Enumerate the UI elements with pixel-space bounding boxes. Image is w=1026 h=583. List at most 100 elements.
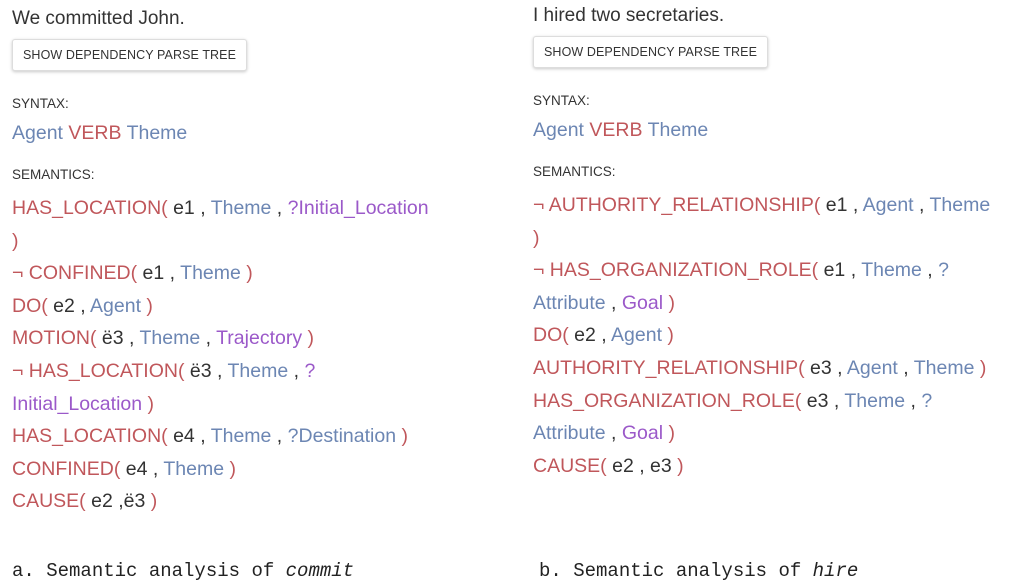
predicate-token: , (194, 197, 206, 219)
predicate-token: , (200, 327, 212, 350)
predicate-token: Trajectory (211, 327, 303, 350)
predicate-token: , (74, 294, 86, 317)
predicate-token: AUTHORITY_RELATIONSHIP( (533, 356, 805, 379)
predicate-token: , (633, 454, 645, 477)
predicate-token: , (905, 389, 916, 412)
syntax-agent: Agent (12, 122, 63, 144)
predicate-token: e1 (818, 259, 846, 282)
figure-caption-b: b. Semantic analysis of hire (539, 560, 858, 582)
predicate-token: ) (142, 392, 155, 415)
syntax-agent: Agent (533, 119, 584, 141)
predicate-token: , (897, 356, 909, 379)
predicate-token: , (112, 490, 124, 513)
predicate-token: DO( (12, 294, 48, 317)
semantic-predicate-line: ¬ HAS_ORGANIZATION_ROLE( e1 , Theme , ? (533, 254, 1023, 287)
predicate-token: ) (145, 490, 158, 513)
predicate-token: , (271, 197, 283, 219)
predicate-token: Theme (839, 389, 906, 412)
syntax-theme: Theme (126, 122, 188, 144)
predicate-token: e3 (804, 356, 832, 379)
predicate-token: , (123, 327, 135, 350)
predicate-token: , (828, 389, 840, 412)
semantics-list: HAS_LOCATION( e1 , Theme , ?Initial_Loca… (12, 192, 512, 518)
predicate-token: Initial_Location (12, 392, 143, 415)
predicate-token: ) (141, 294, 153, 317)
predicate-token: ¬ HAS_ORGANIZATION_ROLE( (533, 259, 819, 282)
predicate-token: , (147, 457, 159, 480)
caption-prefix: a. Semantic analysis of (12, 560, 286, 582)
predicate-token: , (211, 359, 223, 382)
caption-word: hire (812, 560, 859, 582)
predicate-token: Theme (158, 457, 225, 480)
predicate-token: , (194, 425, 206, 448)
semantic-predicate-line: AUTHORITY_RELATIONSHIP( e3 , Agent , The… (533, 352, 1023, 385)
predicate-token: ? (915, 389, 933, 412)
predicate-token: Agent (85, 294, 142, 317)
predicate-token: Goal (616, 291, 664, 314)
figure-caption-a: a. Semantic analysis of commit (12, 560, 354, 582)
predicate-token: ? (299, 359, 316, 382)
show-dependency-parse-tree-button[interactable]: SHOW DEPENDENCY PARSE TREE (533, 36, 769, 68)
predicate-token: Theme (175, 262, 241, 285)
semantic-predicate-line: CAUSE( e2 ,ë3 ) (12, 485, 512, 518)
predicate-token: e3 (644, 454, 672, 477)
show-dependency-parse-tree-button[interactable]: SHOW DEPENDENCY PARSE TREE (12, 39, 248, 71)
example-sentence: We committed John. (12, 8, 185, 29)
predicate-token: e1 (820, 194, 848, 216)
semantic-predicate-line: DO( e2 , Agent ) (12, 290, 512, 323)
predicate-token: e3 (801, 389, 829, 412)
predicate-token: Goal (616, 422, 664, 445)
commit-panel: We committed John. SHOW DEPENDENCY PARSE… (12, 8, 512, 518)
predicate-token: ) (224, 457, 236, 480)
predicate-token: ? (932, 259, 949, 282)
predicate-token: ) (12, 229, 19, 252)
predicate-token: Theme (908, 356, 975, 379)
predicate-token: , (595, 324, 607, 347)
predicate-token: e2 (47, 294, 75, 317)
syntax-label: SYNTAX: (12, 96, 69, 111)
predicate-token: ) (240, 262, 253, 285)
predicate-token: , (921, 259, 933, 282)
predicate-token: , (913, 194, 925, 216)
predicate-token: , (605, 291, 617, 314)
semantic-predicate-line: ) (12, 225, 512, 258)
predicate-token: e2 (606, 454, 634, 477)
predicate-token: e4 (167, 425, 195, 448)
semantic-predicate-line: Attribute , Goal ) (533, 287, 1023, 320)
predicate-token: ) (533, 226, 540, 249)
predicate-token: ) (974, 356, 987, 379)
syntax-verb: VERB (589, 119, 643, 141)
semantic-predicate-line: ¬ AUTHORITY_RELATIONSHIP( e1 , Agent , T… (533, 189, 1023, 222)
example-sentence: I hired two secretaries. (533, 5, 725, 26)
semantic-predicate-line: Initial_Location ) (12, 388, 512, 421)
predicate-token: e1 (137, 262, 165, 285)
semantics-label: SEMANTICS: (533, 164, 616, 179)
predicate-token: ?Initial_Location (282, 197, 429, 219)
semantic-predicate-line: CAUSE( e2 , e3 ) (533, 450, 1023, 483)
syntax-label: SYNTAX: (533, 93, 590, 108)
semantics-label: SEMANTICS: (12, 167, 95, 182)
predicate-token: Agent (858, 194, 914, 216)
semantic-predicate-line: HAS_ORGANIZATION_ROLE( e3 , Theme , ? (533, 385, 1023, 418)
predicate-token: ¬ CONFINED( (12, 262, 138, 285)
predicate-token: Theme (205, 425, 272, 448)
predicate-token: e2 (85, 490, 113, 513)
semantic-predicate-line: Attribute , Goal ) (533, 417, 1023, 450)
predicate-token: Theme (924, 194, 991, 216)
predicate-token: Agent (606, 324, 663, 347)
predicate-token: , (845, 259, 857, 282)
predicate-token: CAUSE( (12, 490, 86, 513)
predicate-token: HAS_ORGANIZATION_ROLE( (533, 389, 802, 412)
semantic-predicate-line: ) (533, 222, 1023, 255)
predicate-token: Theme (856, 259, 922, 282)
predicate-token: CAUSE( (533, 454, 607, 477)
predicate-token: , (164, 262, 176, 285)
predicate-token: Theme (205, 197, 272, 219)
syntax-frame: Agent VERB Theme (12, 121, 512, 145)
semantic-predicate-line: ¬ HAS_LOCATION( ë3 , Theme , ? (12, 355, 512, 388)
predicate-token: ) (671, 454, 684, 477)
predicate-token: , (831, 356, 843, 379)
caption-prefix: b. Semantic analysis of (539, 560, 813, 582)
caption-word: commit (285, 560, 355, 582)
predicate-token: ) (662, 324, 674, 347)
